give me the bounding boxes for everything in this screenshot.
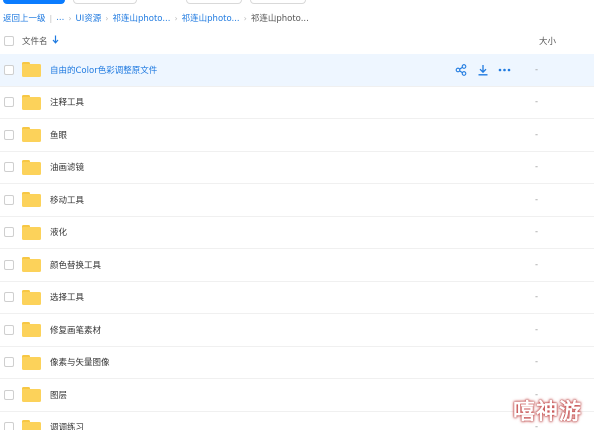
file-name[interactable]: 图层 [50, 389, 67, 401]
download-icon[interactable] [476, 63, 489, 76]
file-name[interactable]: 注释工具 [50, 96, 84, 108]
file-name[interactable]: 油画滤镜 [50, 161, 84, 173]
folder-icon [22, 224, 41, 240]
file-row[interactable]: 移动工具 - [0, 184, 594, 217]
file-size: - [535, 97, 539, 108]
row-checkbox[interactable] [4, 357, 14, 368]
chevron-right-icon: › [68, 13, 72, 23]
file-size: - [535, 357, 539, 368]
more-icon[interactable] [498, 63, 511, 76]
column-header-name: 文件名 [22, 37, 48, 47]
row-checkbox[interactable] [4, 194, 14, 205]
breadcrumb-back[interactable]: 返回上一级 [3, 12, 46, 24]
upload-button[interactable] [3, 0, 65, 4]
folder-icon [22, 94, 41, 110]
file-name[interactable]: 颜色替换工具 [50, 259, 101, 271]
file-row[interactable]: 修复画笔素材 - [0, 314, 594, 347]
file-size: - [535, 324, 539, 335]
file-name[interactable]: 鱼眼 [50, 129, 67, 141]
folder-icon [22, 127, 41, 143]
row-checkbox[interactable] [4, 97, 14, 108]
breadcrumb-separator: | [49, 13, 53, 23]
folder-icon [22, 257, 41, 273]
file-size: - [535, 259, 539, 270]
folder-icon [22, 62, 41, 78]
file-name[interactable]: 移动工具 [50, 194, 84, 206]
chevron-right-icon: › [243, 13, 247, 23]
arrow-down-icon [52, 35, 59, 47]
file-size: - [535, 227, 539, 238]
row-checkbox[interactable] [4, 129, 14, 140]
file-browser: 返回上一级 | ... › UI资源 › 祁连山photo... › 祁连山ph… [0, 0, 594, 430]
folder-icon [22, 159, 41, 175]
breadcrumb-item[interactable]: 祁连山photo... [112, 12, 170, 24]
toolbar-button[interactable] [250, 0, 306, 4]
file-list: 自由的Color色彩调整原文件 - 注释工具 - 鱼眼 - 油画滤镜 - 移动工具 - 液化 - 颜色替… [0, 54, 594, 430]
file-row[interactable]: 选择工具 - [0, 282, 594, 314]
row-checkbox[interactable] [4, 227, 14, 238]
row-checkbox[interactable] [4, 162, 14, 173]
breadcrumb: 返回上一级 | ... › UI资源 › 祁连山photo... › 祁连山ph… [3, 10, 309, 26]
watermark: 嘻神游 [513, 400, 583, 425]
list-header: 文件名 大小 [0, 29, 594, 53]
chevron-right-icon: › [105, 13, 109, 23]
row-actions [454, 63, 511, 76]
folder-icon [22, 289, 41, 305]
chevron-right-icon: › [174, 13, 178, 23]
file-name[interactable]: 自由的Color色彩调整原文件 [50, 64, 157, 76]
breadcrumb-item[interactable]: UI资源 [76, 12, 102, 24]
file-size: - [535, 129, 539, 140]
breadcrumb-current: 祁连山photo... [250, 14, 309, 24]
file-size: - [535, 292, 539, 303]
file-row[interactable]: 调调练习 - [0, 412, 594, 430]
breadcrumb-item[interactable]: 祁连山photo... [182, 12, 240, 24]
file-row[interactable]: 液化 - [0, 217, 594, 249]
file-row[interactable]: 图层 - [0, 379, 594, 412]
file-row[interactable]: 像素与矢量图像 - [0, 347, 594, 379]
row-checkbox[interactable] [4, 324, 14, 335]
folder-icon [22, 322, 41, 338]
column-header-size[interactable]: 大小 [539, 35, 556, 47]
file-size: - [535, 162, 539, 173]
row-checkbox[interactable] [4, 64, 14, 75]
row-checkbox[interactable] [4, 389, 14, 400]
file-row[interactable]: 自由的Color色彩调整原文件 - [0, 54, 594, 87]
folder-icon [22, 419, 41, 430]
sort-by-name[interactable]: 文件名 [22, 35, 59, 47]
row-checkbox[interactable] [4, 292, 14, 303]
file-row[interactable]: 鱼眼 - [0, 119, 594, 152]
file-name[interactable]: 修复画笔素材 [50, 324, 101, 336]
file-size: - [535, 194, 539, 205]
folder-icon [22, 354, 41, 370]
file-row[interactable]: 注释工具 - [0, 87, 594, 119]
file-name[interactable]: 调调练习 [50, 421, 84, 430]
share-icon[interactable] [454, 63, 467, 76]
toolbar-button[interactable] [186, 0, 242, 4]
new-folder-button[interactable] [73, 0, 137, 4]
folder-icon [22, 192, 41, 208]
folder-icon [22, 387, 41, 403]
row-checkbox[interactable] [4, 422, 14, 430]
select-all-checkbox[interactable] [4, 36, 14, 46]
file-name[interactable]: 选择工具 [50, 291, 84, 303]
file-name[interactable]: 像素与矢量图像 [50, 356, 110, 368]
file-row[interactable]: 油画滤镜 - [0, 152, 594, 184]
file-row[interactable]: 颜色替换工具 - [0, 249, 594, 282]
file-name[interactable]: 液化 [50, 226, 67, 238]
file-size: - [535, 64, 539, 75]
row-checkbox[interactable] [4, 259, 14, 270]
breadcrumb-ellipsis[interactable]: ... [56, 13, 64, 23]
